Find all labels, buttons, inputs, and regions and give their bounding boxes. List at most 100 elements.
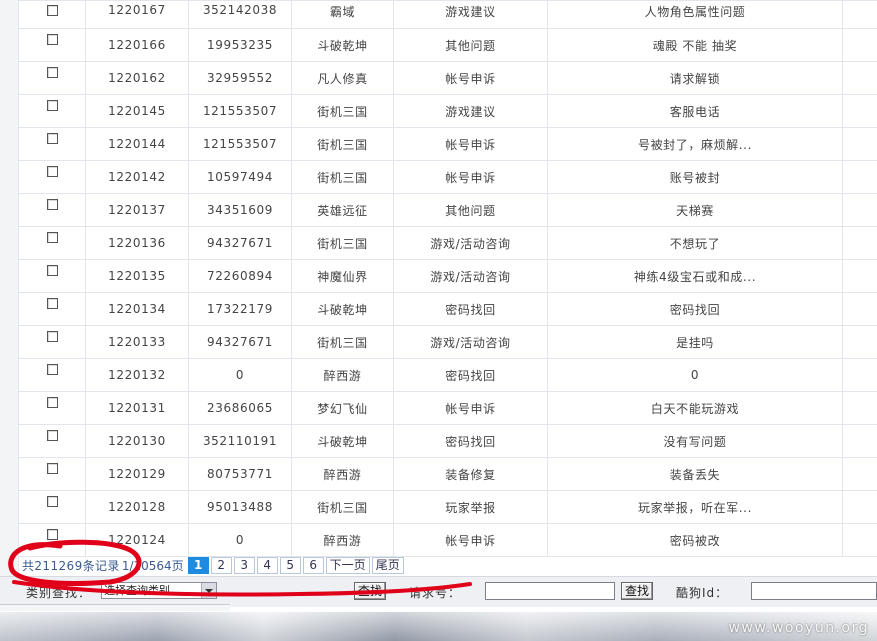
row-checkbox[interactable] xyxy=(46,5,58,16)
cell-category: 游戏/活动咨询 xyxy=(393,259,548,293)
cell-subject[interactable]: 白天不能玩游戏 xyxy=(547,391,843,425)
cell-id: 1220134 xyxy=(85,292,189,326)
cell-id: 1220135 xyxy=(85,259,189,293)
total-records: 共211269条记录 xyxy=(22,559,120,573)
table-row: 1220142 10597494 街机三国 帐号申诉 账号被封 xyxy=(18,160,877,194)
cell-id: 1220162 xyxy=(85,61,189,95)
cell-category: 其他问题 xyxy=(393,28,548,62)
cell-subject[interactable]: 人物角色属性问题 xyxy=(547,0,843,29)
cell-game: 斗破乾坤 xyxy=(291,292,394,326)
cell-game: 街机三国 xyxy=(291,226,394,260)
cell-subject[interactable]: 密码找回 xyxy=(547,292,843,326)
table-row: 1220137 34351609 英雄远征 其他问题 天梯赛 xyxy=(18,193,877,227)
cell-subject[interactable]: 密码被改 xyxy=(547,523,843,557)
table-row: 1220128 95013488 街机三国 玩家举报 玩家举报，听在军... xyxy=(18,490,877,524)
row-checkbox[interactable] xyxy=(46,331,58,342)
row-checkbox-cell xyxy=(18,292,86,326)
cell-action xyxy=(842,0,877,29)
cell-game: 街机三国 xyxy=(291,490,394,524)
cell-id: 1220131 xyxy=(85,391,189,425)
cell-account: 34351609 xyxy=(188,193,292,227)
cell-id: 1220167 xyxy=(85,0,189,29)
horizontal-scrollbar[interactable] xyxy=(0,604,230,611)
cell-game: 斗破乾坤 xyxy=(291,28,394,62)
cell-subject[interactable]: 魂殿 不能 抽奖 xyxy=(547,28,843,62)
page-link-3[interactable]: 3 xyxy=(233,557,255,574)
cell-game: 英雄远征 xyxy=(291,193,394,227)
cell-subject[interactable]: 玩家举报，听在军... xyxy=(547,490,843,524)
cell-subject[interactable]: 天梯赛 xyxy=(547,193,843,227)
row-checkbox-cell xyxy=(18,457,86,491)
cell-subject[interactable]: 装备丢失 xyxy=(547,457,843,491)
row-checkbox[interactable] xyxy=(46,100,58,111)
last-page-link[interactable]: 尾页 xyxy=(371,557,404,574)
page-link-2[interactable]: 2 xyxy=(210,557,232,574)
cell-action xyxy=(842,457,877,491)
page-link-4[interactable]: 4 xyxy=(256,557,278,574)
cell-id: 1220132 xyxy=(85,358,189,392)
page-link-1[interactable]: 1 xyxy=(187,557,209,574)
row-checkbox[interactable] xyxy=(46,397,58,408)
row-checkbox-cell xyxy=(18,259,86,293)
cell-id: 1220145 xyxy=(85,94,189,128)
row-checkbox[interactable] xyxy=(46,199,58,210)
cell-subject[interactable]: 神练4级宝石或和成... xyxy=(547,259,843,293)
cell-account: 95013488 xyxy=(188,490,292,524)
request-number-input[interactable] xyxy=(485,582,615,600)
request-find-button[interactable]: 查找 xyxy=(621,582,654,600)
row-checkbox[interactable] xyxy=(46,496,58,507)
row-checkbox[interactable] xyxy=(46,430,58,441)
cell-id: 1220136 xyxy=(85,226,189,260)
cell-subject[interactable]: 不想玩了 xyxy=(547,226,843,260)
row-checkbox[interactable] xyxy=(46,67,58,78)
cell-subject[interactable]: 0 xyxy=(547,358,843,392)
cell-category: 密码找回 xyxy=(393,292,548,326)
cell-account: 23686065 xyxy=(188,391,292,425)
cell-category: 游戏/活动咨询 xyxy=(393,325,548,359)
table-row: 1220162 32959552 凡人修真 帐号申诉 请求解锁 xyxy=(18,61,877,95)
table-row: 1220167 352142038 霸域 游戏建议 人物角色属性问题 xyxy=(18,0,877,29)
cell-subject[interactable]: 客服电话 xyxy=(547,94,843,128)
page-link-5[interactable]: 5 xyxy=(279,557,301,574)
row-checkbox[interactable] xyxy=(46,298,58,309)
page-link-6[interactable]: 6 xyxy=(302,557,324,574)
row-checkbox[interactable] xyxy=(46,529,58,540)
cell-action xyxy=(842,28,877,62)
cell-subject[interactable]: 没有写问题 xyxy=(547,424,843,458)
table-row: 1220133 94327671 街机三国 游戏/活动咨询 是挂吗 xyxy=(18,325,877,359)
cell-category: 帐号申诉 xyxy=(393,160,548,194)
row-checkbox[interactable] xyxy=(46,34,58,45)
row-checkbox[interactable] xyxy=(46,265,58,276)
cell-id: 1220133 xyxy=(85,325,189,359)
watermark: www.wooyun.org xyxy=(728,620,869,636)
cell-action xyxy=(842,127,877,161)
kugou-id-input[interactable] xyxy=(751,582,877,600)
cell-id: 1220130 xyxy=(85,424,189,458)
cell-id: 1220142 xyxy=(85,160,189,194)
cell-subject[interactable]: 是挂吗 xyxy=(547,325,843,359)
cell-action xyxy=(842,94,877,128)
cell-category: 玩家举报 xyxy=(393,490,548,524)
table-row: 1220136 94327671 街机三国 游戏/活动咨询 不想玩了 xyxy=(18,226,877,260)
category-find-button[interactable]: 查找 xyxy=(354,582,387,600)
cell-subject[interactable]: 号被封了，麻烦解... xyxy=(547,127,843,161)
next-page-link[interactable]: 下一页 xyxy=(325,557,370,574)
cell-account: 352110191 xyxy=(188,424,292,458)
row-checkbox[interactable] xyxy=(46,364,58,375)
cell-id: 1220144 xyxy=(85,127,189,161)
cell-account: 0 xyxy=(188,523,292,557)
cell-account: 0 xyxy=(188,358,292,392)
row-checkbox-cell xyxy=(18,193,86,227)
row-checkbox[interactable] xyxy=(46,463,58,474)
table-row: 1220132 0 醉西游 密码找回 0 xyxy=(18,358,877,392)
cell-subject[interactable]: 请求解锁 xyxy=(547,61,843,95)
row-checkbox[interactable] xyxy=(46,133,58,144)
row-checkbox[interactable] xyxy=(46,232,58,243)
cell-category: 帐号申诉 xyxy=(393,61,548,95)
cell-subject[interactable]: 账号被封 xyxy=(547,160,843,194)
chevron-down-icon xyxy=(201,583,216,598)
category-select[interactable]: 选择查询类别 xyxy=(101,582,217,599)
row-checkbox[interactable] xyxy=(46,166,58,177)
row-checkbox-cell xyxy=(18,94,86,128)
row-checkbox-cell xyxy=(18,226,86,260)
